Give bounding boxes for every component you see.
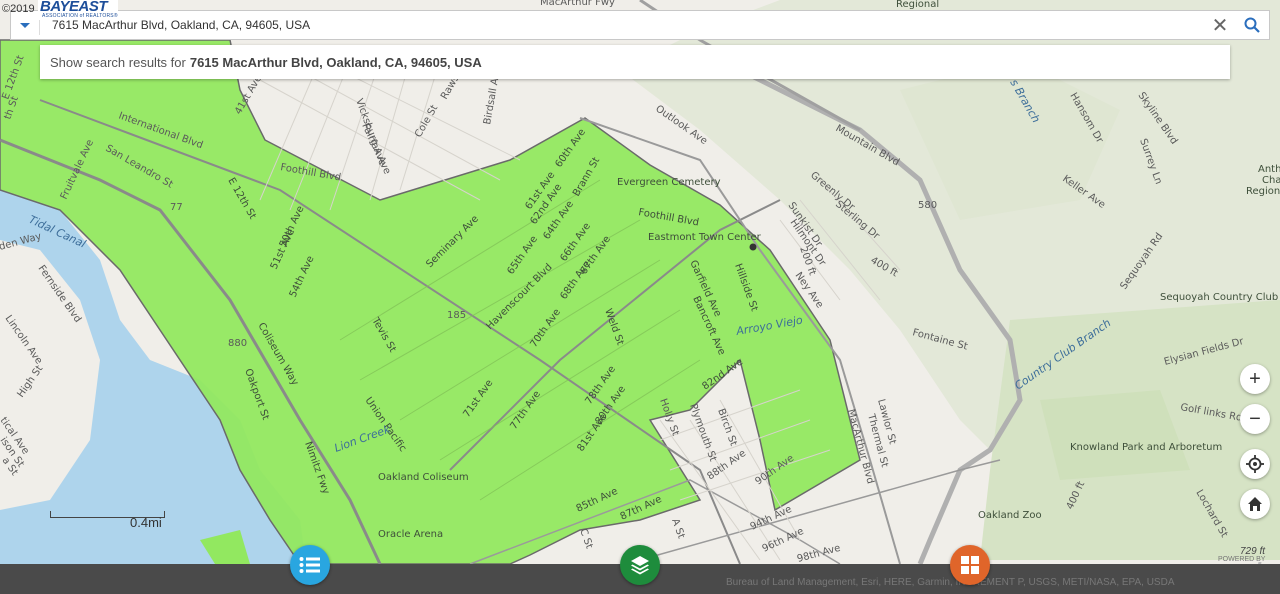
map-label: Oracle Arena bbox=[378, 529, 443, 540]
logo-brand: BAYEAST bbox=[40, 0, 108, 15]
map-label: Cha bbox=[1262, 175, 1280, 186]
suggestion-query: 7615 MacArthur Blvd, Oakland, CA, 94605,… bbox=[189, 54, 482, 70]
map-label: Regional bbox=[896, 0, 939, 10]
chevron-down-icon bbox=[20, 22, 30, 28]
map-label: Evergreen Cemetery bbox=[617, 177, 721, 188]
locate-button[interactable] bbox=[1240, 449, 1270, 479]
map-label: 77 bbox=[170, 202, 183, 213]
bayeast-logo: BAYEAST ASSOCIATION of REALTORS® bbox=[38, 0, 118, 20]
map-label: 580 bbox=[918, 200, 937, 211]
list-button[interactable] bbox=[290, 545, 330, 585]
map-label: Sequoyah Country Club bbox=[1160, 292, 1278, 303]
map-attribution: Bureau of Land Management, Esri, HERE, G… bbox=[726, 577, 1175, 588]
locate-icon bbox=[1246, 455, 1264, 473]
powered-by-text: POWERED BY bbox=[1218, 556, 1266, 563]
search-source-dropdown[interactable] bbox=[11, 11, 39, 39]
list-icon bbox=[299, 557, 320, 573]
search-icon[interactable] bbox=[1235, 11, 1269, 39]
search-suggestion[interactable]: Show search results for 7615 MacArthur B… bbox=[40, 45, 1230, 79]
search-bar: ✕ bbox=[10, 10, 1270, 40]
map-label: Knowland Park and Arboretum bbox=[1070, 442, 1222, 453]
map-label: 880 bbox=[228, 338, 247, 349]
map-label: MacArthur Fwy bbox=[540, 0, 615, 8]
zoom-in-button[interactable]: + bbox=[1240, 364, 1270, 394]
home-button[interactable] bbox=[1240, 489, 1270, 519]
grid-icon bbox=[961, 556, 979, 574]
map-label: Oakland Coliseum bbox=[378, 472, 469, 483]
home-icon bbox=[1248, 497, 1262, 511]
grid-button[interactable] bbox=[950, 545, 990, 585]
zoom-out-button[interactable]: − bbox=[1240, 404, 1270, 434]
logo-sub: ASSOCIATION of REALTORS® bbox=[42, 13, 118, 19]
layers-button[interactable] bbox=[620, 545, 660, 585]
suggestion-prefix: Show search results for bbox=[50, 54, 186, 70]
copyright-text: ©2019 bbox=[2, 3, 35, 15]
map-label: Eastmont Town Center bbox=[648, 232, 762, 243]
map-label: Oakland Zoo bbox=[978, 510, 1042, 521]
layers-icon bbox=[631, 556, 649, 575]
map-label: 185 bbox=[447, 310, 466, 321]
map-label: Anth bbox=[1258, 164, 1280, 175]
map-label: Regiona bbox=[1246, 186, 1280, 197]
scale-label: 0.4mi bbox=[130, 515, 162, 530]
map-canvas[interactable]: E 12th St th St International Blvd Fruit… bbox=[0, 0, 1280, 594]
search-input[interactable] bbox=[40, 11, 1205, 39]
close-icon[interactable]: ✕ bbox=[1205, 11, 1235, 39]
